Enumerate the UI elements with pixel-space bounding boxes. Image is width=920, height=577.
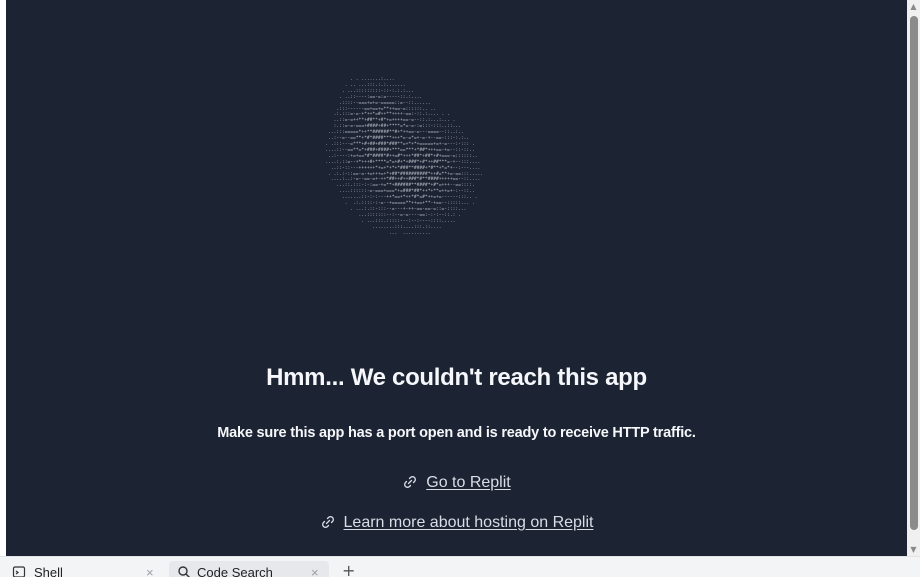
bottom-tab-bar: Shell × Code Search × + [0, 556, 920, 577]
tab-code-search-label: Code Search [197, 565, 273, 577]
error-heading: Hmm... We couldn't reach this app [266, 364, 647, 391]
close-icon[interactable]: × [311, 563, 319, 577]
shell-icon [12, 566, 26, 577]
webview-frame: . . .......:.... . .. ...:::.:.:....... … [6, 0, 907, 556]
error-message: Make sure this app has a port open and i… [217, 425, 696, 441]
close-icon[interactable]: × [146, 563, 154, 577]
learn-hosting-link[interactable]: Learn more about hosting on Replit [344, 514, 594, 531]
vertical-scrollbar[interactable]: ▲ ▼ [907, 0, 920, 556]
ascii-cloud-illustration: . . .......:.... . .. ...:::.:.:....... … [325, 77, 484, 236]
search-icon [178, 566, 190, 577]
link-icon [404, 476, 417, 488]
scroll-thumb[interactable] [910, 16, 918, 530]
link-icon [321, 516, 334, 528]
tab-shell-label: Shell [34, 565, 63, 577]
go-to-replit-link[interactable]: Go to Replit [426, 474, 510, 491]
tab-shell[interactable]: Shell × [12, 563, 162, 577]
scroll-down-arrow-icon[interactable]: ▼ [907, 543, 920, 556]
add-tab-icon[interactable]: + [342, 561, 355, 577]
tab-code-search[interactable]: Code Search × [169, 561, 329, 577]
go-to-replit-row: Go to Replit [6, 474, 907, 492]
learn-hosting-row: Learn more about hosting on Replit [6, 514, 907, 532]
scroll-up-arrow-icon[interactable]: ▲ [907, 0, 920, 13]
